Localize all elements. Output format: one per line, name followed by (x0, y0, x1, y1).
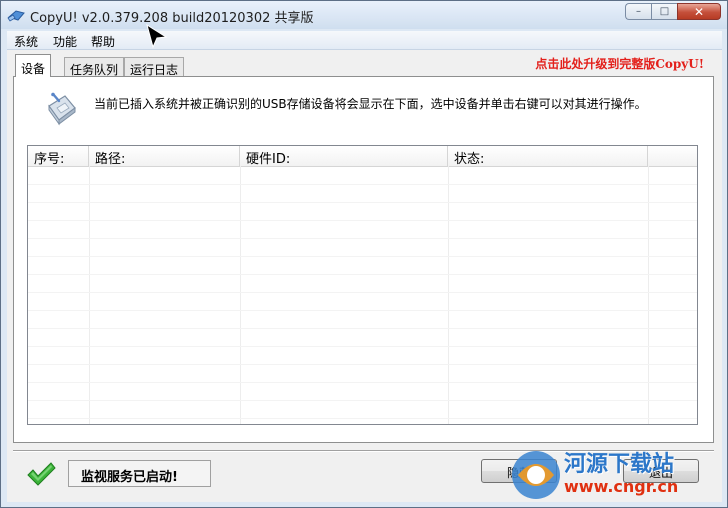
column-filler (648, 146, 697, 166)
mouse-cursor-icon (146, 23, 168, 49)
menu-function[interactable]: 功能 (53, 33, 77, 50)
tab-devices[interactable]: 设备 (15, 54, 52, 77)
watermark-url: www.cngr.cn (564, 477, 679, 496)
status-text: 监视服务已启动! (68, 460, 211, 487)
app-logo-icon (7, 10, 25, 22)
column-divider (648, 166, 649, 424)
row-line (28, 382, 697, 383)
upgrade-link[interactable]: 点击此处升级到完整版CopyU! (535, 55, 704, 72)
close-button[interactable]: ✕ (677, 3, 721, 20)
row-line (28, 418, 697, 419)
menu-bar: 系统 功能 帮助 (7, 31, 722, 50)
title-bar[interactable]: CopyU! v2.0.379.208 build20120302 共享版 – … (1, 1, 727, 29)
column-index[interactable]: 序号: (28, 146, 89, 167)
tab-run-log[interactable]: 运行日志 (124, 57, 185, 77)
row-line (28, 256, 697, 257)
watermark: 河源下载站 www.cngr.cn (504, 441, 726, 507)
usb-drive-icon (48, 92, 76, 126)
device-list[interactable]: 序号: 路径: 硬件ID: 状态: (27, 145, 698, 425)
window-controls: – □ ✕ (625, 3, 721, 20)
row-line (28, 310, 697, 311)
column-status[interactable]: 状态: (448, 146, 648, 167)
check-icon (27, 462, 56, 486)
window-title: CopyU! v2.0.379.208 build20120302 共享版 (30, 11, 314, 26)
column-divider (448, 166, 449, 424)
row-line (28, 274, 697, 275)
maximize-button[interactable]: □ (651, 3, 677, 20)
row-line (28, 292, 697, 293)
row-line (28, 364, 697, 365)
menu-system[interactable]: 系统 (14, 33, 38, 50)
app-window: CopyU! v2.0.379.208 build20120302 共享版 – … (0, 0, 728, 508)
row-line (28, 346, 697, 347)
column-divider (89, 166, 90, 424)
devices-panel: 当前已插入系统并被正确识别的USB存储设备将会显示在下面，选中设备并单击右键可以… (13, 76, 714, 443)
row-line (28, 202, 697, 203)
row-line (28, 220, 697, 221)
tab-task-queue[interactable]: 任务队列 (64, 57, 125, 77)
minimize-button[interactable]: – (625, 3, 651, 20)
row-line (28, 400, 697, 401)
row-line (28, 238, 697, 239)
column-hardware-id[interactable]: 硬件ID: (240, 146, 448, 167)
info-message: 当前已插入系统并被正确识别的USB存储设备将会显示在下面，选中设备并单击右键可以… (94, 97, 647, 111)
row-line (28, 328, 697, 329)
row-line (28, 184, 697, 185)
menu-help[interactable]: 帮助 (91, 33, 115, 50)
main-client-area: 设备 任务队列 运行日志 点击此处升级到完整版CopyU! 当前已插入系统并被正… (7, 50, 722, 502)
column-path[interactable]: 路径: (89, 146, 240, 167)
watermark-logo-icon (512, 451, 560, 499)
column-divider (240, 166, 241, 424)
watermark-name: 河源下载站 (564, 452, 675, 477)
device-list-header: 序号: 路径: 硬件ID: 状态: (28, 146, 697, 167)
